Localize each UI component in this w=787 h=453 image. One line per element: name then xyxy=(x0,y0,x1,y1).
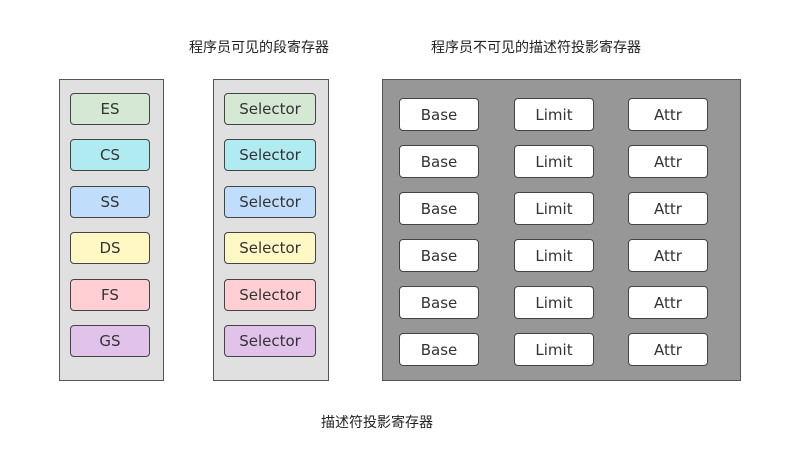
descriptor-limit-cell: Limit xyxy=(514,286,594,319)
descriptor-limit-cell: Limit xyxy=(514,239,594,272)
segment-name-panel: ES CS SS DS FS GS xyxy=(59,79,164,381)
selector-ds: Selector xyxy=(224,232,316,265)
descriptor-limit-cell: Limit xyxy=(514,333,594,366)
descriptor-attr-cell: Attr xyxy=(628,192,708,225)
descriptor-base-cell: Base xyxy=(399,286,479,319)
descriptor-base-cell: Base xyxy=(399,192,479,225)
selector-es: Selector xyxy=(224,93,316,125)
segment-register-gs: GS xyxy=(70,325,150,357)
segment-register-ss: SS xyxy=(70,185,150,218)
descriptor-cache-caption: 描述符投影寄存器 xyxy=(321,415,433,431)
descriptor-base-cell: Base xyxy=(399,145,479,178)
segment-register-es: ES xyxy=(70,93,150,125)
descriptor-attr-cell: Attr xyxy=(628,239,708,272)
segment-register-fs: FS xyxy=(70,278,150,311)
selector-ss: Selector xyxy=(224,185,316,218)
selector-panel: Selector Selector Selector Selector Selector… xyxy=(213,79,329,381)
descriptor-base-cell: Base xyxy=(399,333,479,366)
visible-registers-caption: 程序员可见的段寄存器 xyxy=(189,40,329,56)
selector-fs: Selector xyxy=(224,278,316,311)
descriptor-attr-cell: Attr xyxy=(628,145,708,178)
selector-cs: Selector xyxy=(224,139,316,172)
descriptor-attr-cell: Attr xyxy=(628,286,708,319)
descriptor-base-cell: Base xyxy=(399,239,479,272)
descriptor-attr-cell: Attr xyxy=(628,333,708,366)
segment-register-ds: DS xyxy=(70,232,150,265)
descriptor-limit-cell: Limit xyxy=(514,98,594,131)
segment-register-cs: CS xyxy=(70,139,150,172)
descriptor-cache-panel: Base Limit Attr Base Limit Attr Base Limit Attr B… xyxy=(382,79,741,381)
hidden-registers-caption: 程序员不可见的描述符投影寄存器 xyxy=(431,40,641,56)
selector-gs: Selector xyxy=(224,325,316,357)
descriptor-limit-cell: Limit xyxy=(514,192,594,225)
descriptor-attr-cell: Attr xyxy=(628,98,708,131)
descriptor-limit-cell: Limit xyxy=(514,145,594,178)
descriptor-base-cell: Base xyxy=(399,98,479,131)
